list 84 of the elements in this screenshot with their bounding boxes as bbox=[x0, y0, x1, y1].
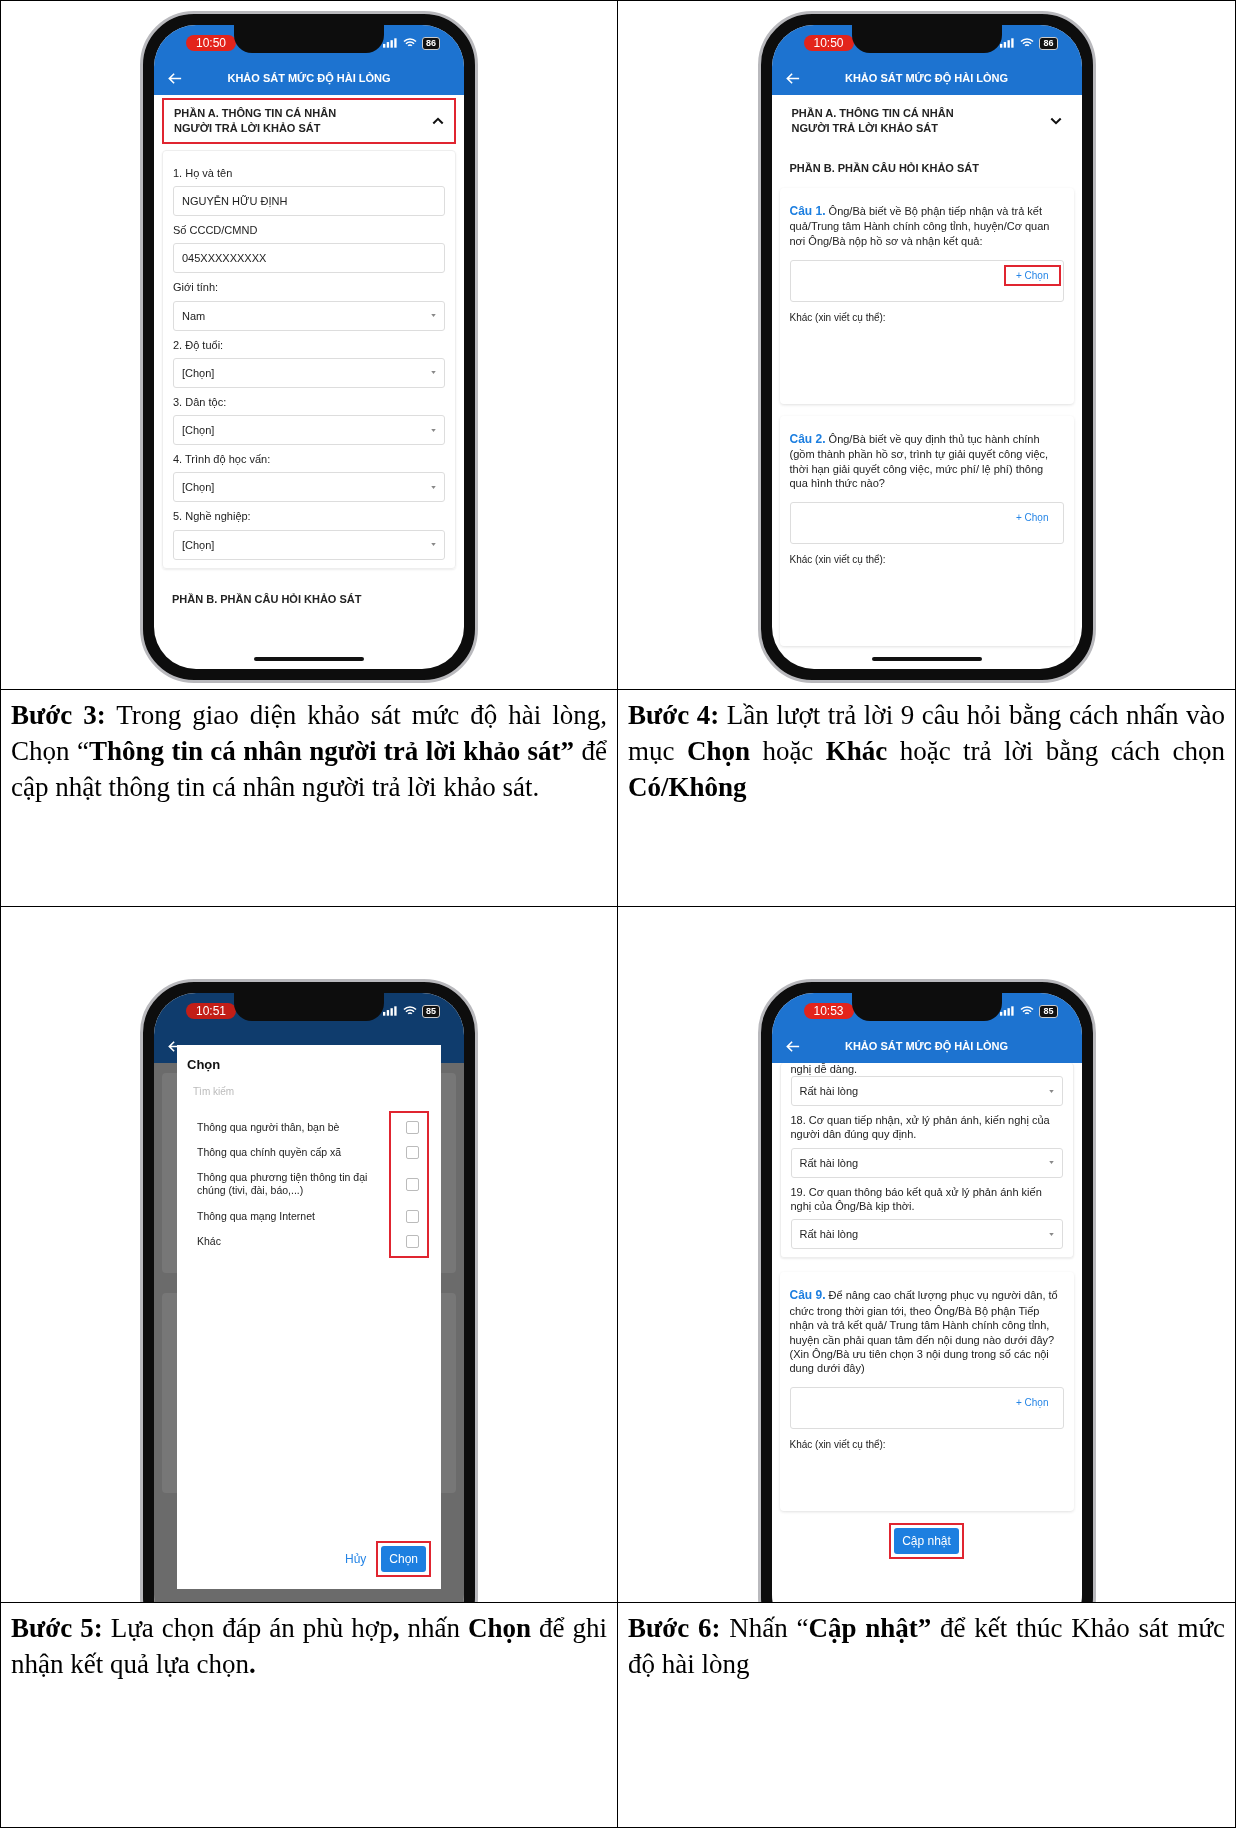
dropdown[interactable]: Rất hài lòng bbox=[790, 1219, 1063, 1250]
checkbox[interactable] bbox=[406, 1209, 419, 1223]
question-text: 19. Cơ quan thông báo kết quả xử lý phản ánh kiến nghị của Ông/Bà kịp thời. bbox=[790, 1184, 1043, 1214]
choose-link[interactable]: + Chọn bbox=[1003, 507, 1061, 529]
question-text: 18. Cơ quan tiếp nhận, xử lý phản ánh, kiến nghị của người dân đúng quy định. bbox=[790, 1113, 1051, 1142]
field-label: 3. Dân tộc: bbox=[173, 394, 228, 410]
status-time: 10:53 bbox=[803, 1003, 854, 1019]
answer-field[interactable]: + Chọn bbox=[789, 259, 1064, 302]
signal-icon bbox=[1000, 38, 1016, 48]
battery-icon: 85 bbox=[1039, 1004, 1058, 1018]
update-button[interactable]: Cập nhật bbox=[894, 1528, 959, 1555]
status-time: 10:50 bbox=[186, 35, 237, 51]
option-label[interactable]: Thông qua chính quyền cấp xã bbox=[197, 1146, 372, 1160]
section-header[interactable]: PHẦN A. THÔNG TIN CÁ NHÂN NGƯỜI TRẢ LỜI KHẢO SÁT bbox=[162, 98, 456, 144]
status-time: 10:51 bbox=[186, 1003, 237, 1019]
question-text: Câu 1. Ông/Bà biết về Bộ phận tiếp nhận và trả kết quả/Trung tâm Hành chính công tỉnh, huyện/Cơ quan nơi Ông/Bà nộp hồ sơ và nhận kết quả: bbox=[789, 203, 1051, 248]
field-label: Số CCCD/CMND bbox=[173, 223, 259, 238]
dropdown[interactable]: [Chọn] bbox=[173, 415, 445, 446]
field-label: 4. Trình độ học vấn: bbox=[173, 452, 272, 467]
caret-icon bbox=[431, 485, 436, 489]
back-arrow-icon[interactable] bbox=[785, 1039, 800, 1053]
screen-title: KHẢO SÁT MỨC ĐỘ HÀI LÒNG bbox=[226, 72, 392, 84]
caret-icon bbox=[431, 428, 436, 432]
option-label[interactable]: Thông qua phương tiện thông tin đại chúng (tivi, đài, báo,...) bbox=[197, 1171, 372, 1198]
signal-icon bbox=[383, 38, 398, 48]
other-label: Khác (xin viết cụ thể): bbox=[789, 311, 887, 325]
signal-icon bbox=[383, 1006, 398, 1016]
checkbox[interactable] bbox=[406, 1146, 419, 1160]
input-field[interactable]: 045XXXXXXXXX bbox=[173, 243, 445, 274]
wifi-icon bbox=[1020, 1006, 1035, 1016]
status-time: 10:50 bbox=[803, 35, 854, 51]
dropdown[interactable]: [Chọn] bbox=[173, 529, 445, 560]
caret-icon bbox=[431, 543, 436, 547]
answer-field[interactable]: + Chọn bbox=[789, 502, 1064, 545]
battery-icon: 86 bbox=[422, 36, 440, 50]
question-text: Câu 2. Ông/Bà biết về quy định thủ tục hành chính (gồm thành phần hồ sơ, trình tự giải quyết công việc, thời hạn giải quyết công việc, mức phí/ lệ phí) thông qua hình thức nào? bbox=[789, 431, 1050, 491]
wifi-icon bbox=[403, 38, 417, 48]
caret-icon bbox=[1048, 1089, 1054, 1093]
checkbox[interactable] bbox=[406, 1234, 419, 1248]
caret-icon bbox=[431, 371, 436, 375]
wifi-icon bbox=[403, 1006, 417, 1016]
choose-link[interactable]: + Chọn bbox=[1003, 1392, 1061, 1414]
option-label[interactable]: Thông qua mạng Internet bbox=[197, 1209, 372, 1223]
field-label: 2. Độ tuổi: bbox=[173, 337, 225, 352]
caret-icon bbox=[1048, 1161, 1054, 1165]
dialog-title: Chọn bbox=[187, 1057, 222, 1072]
signal-icon bbox=[1000, 1006, 1016, 1016]
dropdown[interactable]: Nam bbox=[173, 300, 445, 331]
field-label: Giới tính: bbox=[173, 280, 220, 295]
other-label: Khác (xin viết cụ thể): bbox=[789, 554, 887, 568]
cancel-button[interactable]: Hủy bbox=[344, 1552, 367, 1566]
other-label: Khác (xin viết cụ thể): bbox=[789, 1439, 887, 1453]
step-caption: Bước 3: Trong giao diện khảo sát mức độ hài lòng, Chọn “Thông tin cá nhân người trả lời khảo sát” để cập nhật thông tin cá nhân người trả lời khảo sát. bbox=[10, 699, 608, 804]
dropdown[interactable]: Rất hài lòng bbox=[790, 1076, 1063, 1107]
choose-link[interactable]: + Chọn bbox=[1003, 264, 1061, 286]
option-label[interactable]: Khác bbox=[197, 1234, 372, 1248]
field-label: 5. Nghề nghiệp: bbox=[173, 509, 252, 524]
field-label: 1. Họ và tên bbox=[173, 165, 234, 180]
confirm-button[interactable]: Chọn bbox=[381, 1546, 426, 1572]
checkbox[interactable] bbox=[406, 1177, 419, 1191]
checkbox[interactable] bbox=[406, 1121, 419, 1135]
step-caption: Bước 4: Lần lượt trả lời 9 câu hỏi bằng cách nhấn vào mục Chọn hoặc Khác hoặc trả lời bằng cách chọn Có/Không bbox=[627, 699, 1226, 804]
dropdown[interactable]: [Chọn] bbox=[173, 357, 445, 388]
dropdown[interactable]: Rất hài lòng bbox=[790, 1147, 1063, 1178]
question-text: nghị dễ dàng. bbox=[790, 1063, 858, 1075]
answer-field[interactable]: + Chọn bbox=[789, 1387, 1064, 1430]
input-field[interactable]: NGUYỄN HỮU ĐỊNH bbox=[173, 186, 445, 216]
battery-icon: 86 bbox=[1039, 36, 1058, 50]
screen-title: KHẢO SÁT MỨC ĐỘ HÀI LÒNG bbox=[843, 1040, 1010, 1052]
section-title: PHẦN B. PHẦN CÂU HỎI KHẢO SÁT bbox=[171, 591, 363, 605]
section-title: PHẦN B. PHẦN CÂU HỎI KHẢO SÁT bbox=[788, 160, 980, 176]
caret-icon bbox=[431, 314, 436, 318]
step-caption: Bước 5: Lựa chọn đáp án phù hợp, nhấn Chọn để ghi nhận kết quả lựa chọn. bbox=[10, 1612, 608, 1681]
back-arrow-icon[interactable] bbox=[785, 71, 800, 85]
question-text: Câu 9. Để nâng cao chất lượng phục vụ người dân, tổ chức trong thời gian tới, theo Ông/Bà Bộ phận Tiếp nhận và trả kết quả/ Trung tâm Hành chính công tỉnh, huyện cần phải quan tâm đến nội dung nào dưới đây? (Xin Ông/Bà ưu tiên chọn 3 nội dung trong số các nội dung dưới đây) bbox=[789, 1288, 1059, 1376]
dropdown[interactable]: [Chọn] bbox=[173, 472, 445, 503]
screen-title: KHẢO SÁT MỨC ĐỘ HÀI LÒNG bbox=[843, 72, 1010, 84]
step-caption: Bước 6: Nhấn “Cập nhật” để kết thúc Khảo sát mức độ hài lòng bbox=[627, 1612, 1226, 1681]
back-arrow-icon[interactable] bbox=[168, 71, 182, 85]
option-label[interactable]: Thông qua người thân, bạn bè bbox=[197, 1121, 372, 1135]
section-header[interactable]: PHẦN A. THÔNG TIN CÁ NHÂN NGƯỜI TRẢ LỜI KHẢO SÁT bbox=[779, 98, 1074, 144]
battery-icon: 85 bbox=[422, 1004, 440, 1018]
wifi-icon bbox=[1020, 38, 1035, 48]
caret-icon bbox=[1048, 1232, 1054, 1236]
